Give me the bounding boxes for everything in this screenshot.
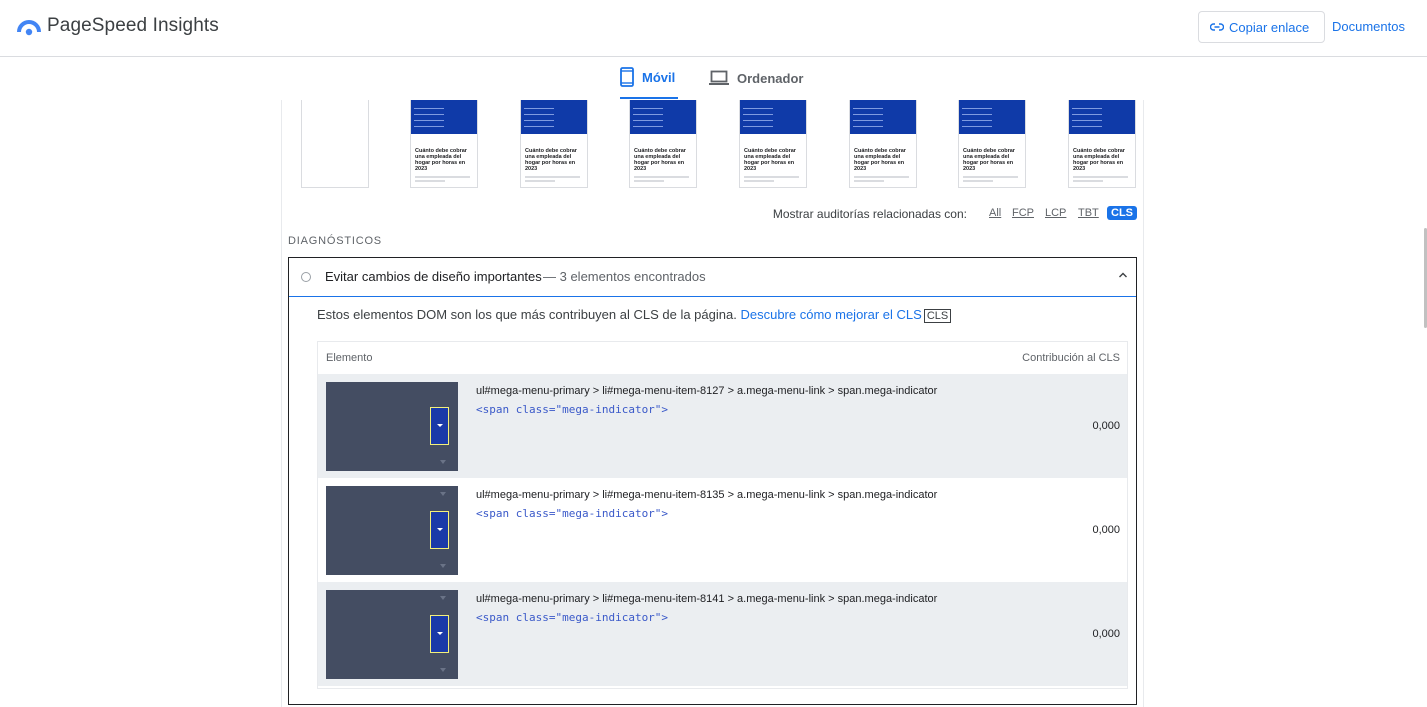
laptop-icon bbox=[709, 70, 729, 85]
filmstrip-frame: Cuánto debe cobrar una empleada del hoga… bbox=[1068, 100, 1136, 188]
elements-table: Elemento Contribución al CLS ul#mega-men… bbox=[317, 341, 1128, 689]
table-row[interactable]: ul#mega-menu-primary > li#mega-menu-item… bbox=[318, 478, 1127, 582]
col-header-contribution: Contribución al CLS bbox=[1022, 352, 1120, 364]
phone-icon bbox=[620, 67, 634, 87]
copy-link-label: Copiar enlace bbox=[1229, 19, 1310, 35]
cls-value: 0,000 bbox=[1092, 628, 1120, 640]
element-selector: ul#mega-menu-primary > li#mega-menu-item… bbox=[476, 385, 938, 397]
table-row[interactable]: ul#mega-menu-primary > li#mega-menu-item… bbox=[318, 582, 1127, 686]
diagnostics-heading: DIAGNÓSTICOS bbox=[288, 235, 382, 247]
tab-ordenador-label: Ordenador bbox=[737, 70, 804, 86]
pagespeed-logo-icon bbox=[17, 20, 41, 36]
filter-chip-lcp[interactable]: LCP bbox=[1045, 207, 1066, 219]
element-snippet: <span class="mega-indicator"> bbox=[476, 403, 669, 416]
element-snippet: <span class="mega-indicator"> bbox=[476, 507, 669, 520]
filmstrip-frame: Cuánto debe cobrar una empleada del hoga… bbox=[958, 100, 1026, 188]
filter-chip-all[interactable]: All bbox=[989, 207, 1001, 219]
filmstrip: Cuánto debe cobrar una empleada del hoga… bbox=[282, 100, 1145, 190]
audit-description-text: Estos elementos DOM son los que más cont… bbox=[317, 307, 737, 322]
audit-header[interactable]: Evitar cambios de diseño importantes — 3… bbox=[289, 258, 1136, 297]
filmstrip-frame: Cuánto debe cobrar una empleada del hoga… bbox=[739, 100, 807, 188]
learn-more-link[interactable]: Descubre cómo mejorar el CLS bbox=[740, 307, 921, 322]
tab-ordenador[interactable]: Ordenador bbox=[709, 57, 803, 99]
element-screenshot bbox=[326, 590, 458, 679]
filmstrip-frame: Cuánto debe cobrar una empleada del hoga… bbox=[520, 100, 588, 188]
element-selector: ul#mega-menu-primary > li#mega-menu-item… bbox=[476, 593, 938, 605]
filmstrip-frame-title: Cuánto debe cobrar una empleada del hoga… bbox=[963, 148, 1015, 172]
highlighted-element bbox=[430, 407, 449, 445]
element-snippet: <span class="mega-indicator"> bbox=[476, 611, 669, 624]
page-scrollbar[interactable] bbox=[1415, 57, 1427, 707]
cls-value: 0,000 bbox=[1092, 524, 1120, 536]
highlighted-element bbox=[430, 511, 449, 549]
filmstrip-frame: Cuánto debe cobrar una empleada del hoga… bbox=[629, 100, 697, 188]
filmstrip-frame: Cuánto debe cobrar una empleada del hoga… bbox=[849, 100, 917, 188]
table-row[interactable]: ul#mega-menu-primary > li#mega-menu-item… bbox=[318, 374, 1127, 478]
cls-value: 0,000 bbox=[1092, 420, 1120, 432]
device-tabs: Móvil Ordenador bbox=[0, 57, 1415, 100]
audit-status-icon bbox=[301, 272, 311, 282]
filmstrip-frame-title: Cuánto debe cobrar una empleada del hoga… bbox=[744, 148, 796, 172]
audit-title: Evitar cambios de diseño importantes bbox=[325, 269, 542, 284]
filmstrip-frame-title: Cuánto debe cobrar una empleada del hoga… bbox=[634, 148, 686, 172]
audit-description: Estos elementos DOM son los que más cont… bbox=[317, 307, 952, 323]
filmstrip-frame-title: Cuánto debe cobrar una empleada del hoga… bbox=[854, 148, 906, 172]
element-screenshot bbox=[326, 486, 458, 575]
chevron-up-icon[interactable] bbox=[1118, 270, 1128, 280]
filmstrip-frame-title: Cuánto debe cobrar una empleada del hoga… bbox=[415, 148, 467, 172]
tab-movil[interactable]: Móvil bbox=[620, 57, 678, 99]
filmstrip-frame-title: Cuánto debe cobrar una empleada del hoga… bbox=[1073, 148, 1125, 172]
cls-badge: CLS bbox=[923, 309, 952, 323]
filmstrip-frame-title: Cuánto debe cobrar una empleada del hoga… bbox=[525, 148, 577, 172]
filmstrip-frame: Cuánto debe cobrar una empleada del hoga… bbox=[410, 100, 478, 188]
copy-link-button[interactable]: Copiar enlace bbox=[1198, 11, 1325, 43]
filter-chip-tbt[interactable]: TBT bbox=[1078, 207, 1099, 219]
element-screenshot bbox=[326, 382, 458, 471]
top-header: PageSpeed Insights Copiar enlace Documen… bbox=[0, 0, 1427, 57]
tab-movil-label: Móvil bbox=[642, 69, 676, 85]
audit-layout-shift: Evitar cambios de diseño importantes — 3… bbox=[288, 257, 1137, 705]
app-title: PageSpeed Insights bbox=[47, 15, 219, 36]
highlighted-element bbox=[430, 615, 449, 653]
col-header-element: Elemento bbox=[326, 352, 373, 364]
audit-filter: Mostrar auditorías relacionadas con: All… bbox=[282, 206, 1137, 224]
docs-link[interactable]: Documentos bbox=[1332, 19, 1405, 34]
link-icon bbox=[1210, 23, 1224, 31]
filmstrip-frame-blank bbox=[301, 100, 369, 188]
report-content: Cuánto debe cobrar una empleada del hoga… bbox=[281, 100, 1144, 707]
filter-chip-cls[interactable]: CLS bbox=[1107, 206, 1137, 220]
audit-filter-label: Mostrar auditorías relacionadas con: bbox=[772, 207, 967, 221]
element-selector: ul#mega-menu-primary > li#mega-menu-item… bbox=[476, 489, 938, 501]
audit-count: — 3 elementos encontrados bbox=[543, 269, 706, 284]
filter-chip-fcp[interactable]: FCP bbox=[1012, 207, 1034, 219]
